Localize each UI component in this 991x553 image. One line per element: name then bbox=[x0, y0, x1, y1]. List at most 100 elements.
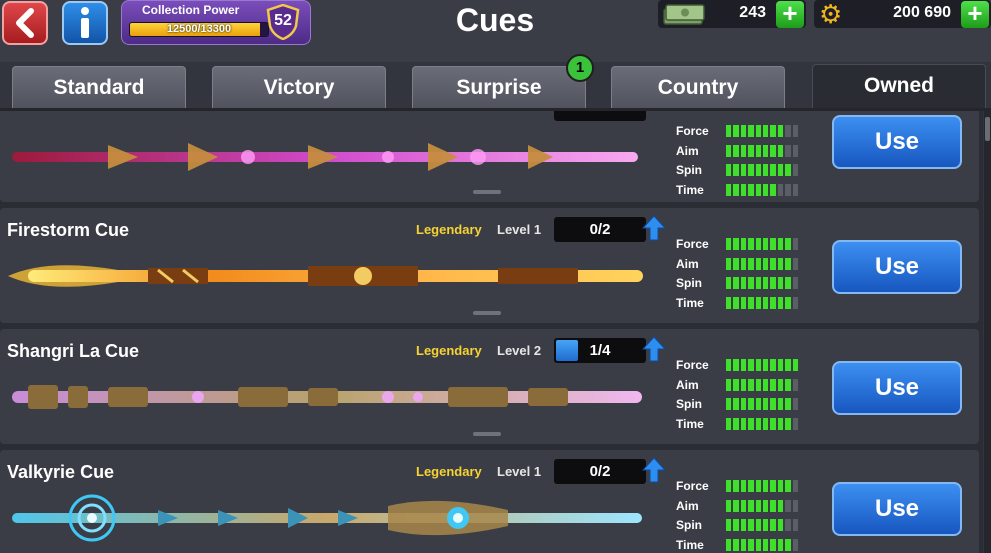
plus-icon: + bbox=[782, 0, 798, 28]
stat-segment bbox=[763, 277, 769, 289]
cue-level: Level 1 bbox=[497, 222, 542, 237]
stat-segment bbox=[755, 480, 762, 492]
tab-country[interactable]: Country bbox=[611, 66, 785, 108]
stat-segment bbox=[733, 519, 739, 531]
stat-segment bbox=[763, 257, 769, 270]
collection-power-progress: 12500/13300 bbox=[166, 23, 232, 35]
tab-owned[interactable]: Owned bbox=[812, 64, 986, 110]
cue-level: Level 1 bbox=[497, 464, 542, 479]
cue-progress-text: 0/2 bbox=[589, 221, 611, 238]
stat-bar bbox=[726, 480, 799, 492]
stat-segment bbox=[777, 359, 784, 371]
cash-display: 243 + bbox=[658, 0, 806, 28]
stat-segment bbox=[733, 378, 739, 391]
upgrade-arrow-icon[interactable] bbox=[642, 336, 666, 362]
stat-segment bbox=[733, 398, 739, 410]
cue-artwork bbox=[12, 385, 642, 409]
stat-segment bbox=[763, 183, 769, 196]
add-coins-button[interactable]: + bbox=[961, 0, 989, 28]
stat-label: Force bbox=[676, 358, 709, 372]
stat-bar bbox=[726, 519, 799, 531]
stat-segment bbox=[792, 296, 799, 309]
stat-segment bbox=[777, 125, 784, 137]
stat-segment bbox=[785, 519, 791, 531]
scrollbar-thumb[interactable] bbox=[985, 117, 990, 141]
stat-segment bbox=[770, 164, 776, 176]
stat-segment bbox=[763, 417, 769, 430]
stat-segment bbox=[740, 499, 747, 512]
stat-segment bbox=[726, 238, 732, 250]
stat-segment bbox=[748, 359, 754, 371]
stat-segment bbox=[740, 417, 747, 430]
tab-surprise[interactable]: Surprise bbox=[412, 66, 586, 108]
stat-segment bbox=[726, 398, 732, 410]
stat-bar bbox=[726, 538, 799, 551]
stat-segment bbox=[726, 519, 732, 531]
stat-spin: Spin bbox=[676, 518, 806, 532]
stat-segment bbox=[733, 417, 739, 430]
use-button[interactable]: Use bbox=[832, 482, 962, 536]
stat-segment bbox=[792, 238, 799, 250]
stat-segment bbox=[733, 164, 739, 176]
upgrade-arrow-icon[interactable] bbox=[642, 457, 666, 483]
row-handle bbox=[473, 190, 501, 194]
stat-spin: Spin bbox=[676, 163, 806, 177]
cue-row: Force Aim Spin Time Use bbox=[0, 111, 979, 202]
stat-segment bbox=[726, 277, 732, 289]
stat-segment bbox=[763, 144, 769, 157]
stat-segment bbox=[755, 144, 762, 157]
stat-segment bbox=[777, 499, 784, 512]
list-scrollbar[interactable] bbox=[984, 111, 991, 553]
tab-standard[interactable]: Standard bbox=[12, 66, 186, 108]
stat-bar bbox=[726, 499, 799, 512]
stat-segment bbox=[785, 398, 791, 410]
stat-segment bbox=[785, 125, 791, 137]
stat-segment bbox=[755, 125, 762, 137]
stat-segment bbox=[763, 499, 769, 512]
stat-segment bbox=[733, 183, 739, 196]
stat-segment bbox=[740, 398, 747, 410]
add-cash-button[interactable]: + bbox=[776, 0, 804, 28]
stat-segment bbox=[792, 378, 799, 391]
cue-list[interactable]: Force Aim Spin Time Use Firestorm Cue Legen… bbox=[0, 111, 983, 553]
info-button[interactable] bbox=[62, 1, 108, 45]
back-button[interactable] bbox=[2, 1, 48, 45]
upgrade-arrow-icon[interactable] bbox=[642, 215, 666, 241]
page-title: Cues bbox=[455, 2, 535, 38]
stat-segment bbox=[763, 538, 769, 551]
stat-segment bbox=[777, 519, 784, 531]
use-button[interactable]: Use bbox=[832, 115, 962, 169]
stat-bar bbox=[726, 417, 799, 430]
stat-segment bbox=[785, 538, 791, 551]
stat-segment bbox=[777, 398, 784, 410]
stat-segment bbox=[748, 277, 754, 289]
stat-force: Force bbox=[676, 237, 806, 251]
tab-surprise-badge: 1 bbox=[566, 54, 594, 82]
stat-segment bbox=[770, 538, 776, 551]
stat-bar bbox=[726, 164, 799, 176]
stat-segment bbox=[740, 538, 747, 551]
stat-segment bbox=[740, 238, 747, 250]
tab-victory[interactable]: Victory bbox=[212, 66, 386, 108]
cues-screen: Collection Power 12500/13300 52 Cues 243… bbox=[0, 0, 991, 553]
stat-force: Force bbox=[676, 479, 806, 493]
stat-segment bbox=[733, 538, 739, 551]
stat-segment bbox=[748, 480, 754, 492]
stat-segment bbox=[777, 296, 784, 309]
cue-name: Firestorm Cue bbox=[7, 220, 130, 240]
stat-segment bbox=[792, 257, 799, 270]
stat-label: Spin bbox=[676, 163, 702, 177]
stat-segment bbox=[740, 125, 747, 137]
stat-segment bbox=[770, 183, 776, 196]
cue-rarity: Legendary bbox=[416, 343, 482, 358]
coins-amount: 200 690 bbox=[893, 4, 951, 21]
collection-level: 52 bbox=[274, 12, 292, 29]
stat-segment bbox=[726, 359, 732, 371]
stat-segment bbox=[777, 257, 784, 270]
stat-segment bbox=[792, 519, 799, 531]
cue-progress: 0/2 bbox=[554, 459, 646, 484]
stat-segment bbox=[785, 296, 791, 309]
use-button[interactable]: Use bbox=[832, 240, 962, 294]
stat-bar bbox=[726, 257, 799, 270]
use-button[interactable]: Use bbox=[832, 361, 962, 415]
